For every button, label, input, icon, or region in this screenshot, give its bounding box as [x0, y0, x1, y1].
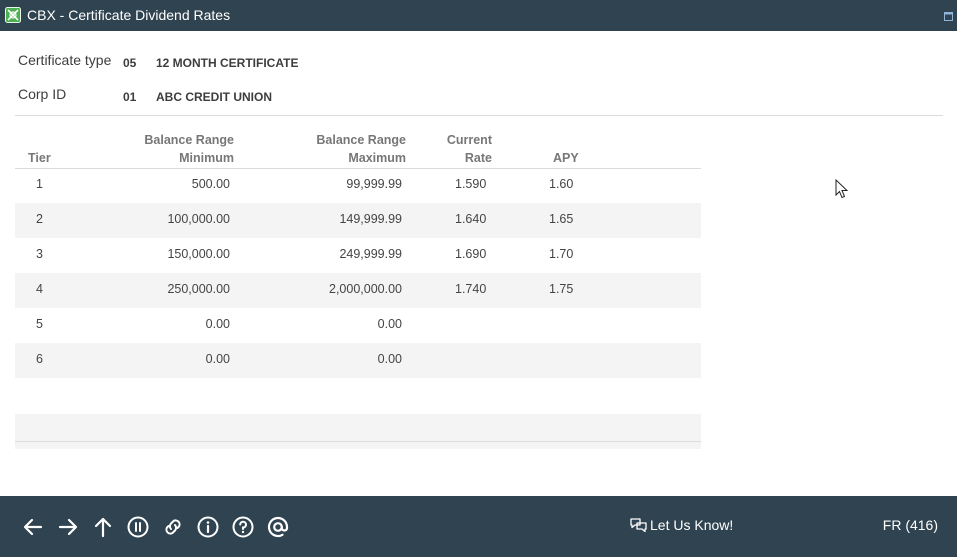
up-arrow-icon[interactable] — [91, 515, 115, 539]
apy-cell: 1.70 — [549, 247, 574, 261]
apy-cell: 1.60 — [549, 177, 574, 191]
max-cell: 149,999.99 — [339, 212, 402, 226]
table-row[interactable]: 6 0.00 0.00 — [15, 343, 701, 378]
rate-cell: 1.640 — [455, 212, 487, 226]
header-min-line2: Minimum — [179, 151, 234, 165]
tier-cell: 6 — [36, 352, 43, 366]
apy-cell: 1.65 — [549, 212, 574, 226]
header-rate-line1: Current — [446, 133, 492, 147]
rates-table-body: 1 500.00 99,999.99 1.590 1.60 2 100,000.… — [15, 168, 701, 378]
corp-id-label: Corp ID — [18, 86, 67, 102]
max-cell: 249,999.99 — [339, 247, 402, 261]
min-cell: 100,000.00 — [167, 212, 230, 226]
maximize-icon[interactable] — [944, 12, 953, 21]
screen-id: FR (416) — [882, 517, 938, 533]
header-apy: APY — [553, 151, 579, 165]
rate-cell: 1.740 — [455, 282, 487, 296]
tier-cell: 1 — [36, 177, 43, 191]
tier-cell: 3 — [36, 247, 43, 261]
corp-id-code: 01 — [123, 90, 137, 104]
min-cell: 250,000.00 — [167, 282, 230, 296]
back-arrow-icon[interactable] — [21, 515, 45, 539]
max-cell: 99,999.99 — [346, 177, 402, 191]
empty-row — [15, 414, 701, 449]
min-cell: 500.00 — [191, 177, 230, 191]
help-icon[interactable] — [231, 515, 255, 539]
tier-cell: 5 — [36, 317, 43, 331]
divider — [15, 115, 943, 116]
certificate-type-value: 12 MONTH CERTIFICATE — [156, 56, 299, 70]
corp-id-value: ABC CREDIT UNION — [156, 90, 272, 104]
header-rate-line2: Rate — [464, 151, 492, 165]
window-title: CBX - Certificate Dividend Rates — [27, 7, 231, 23]
min-cell: 0.00 — [205, 317, 230, 331]
info-icon[interactable] — [196, 515, 220, 539]
rate-cell: 1.690 — [455, 247, 487, 261]
header-max-line2: Maximum — [348, 151, 406, 165]
title-bar: CBX - Certificate Dividend Rates — [0, 0, 957, 31]
header-tier: Tier — [28, 151, 51, 165]
header-min-line1: Balance Range — [144, 133, 234, 147]
tier-cell: 4 — [36, 282, 43, 296]
forward-arrow-icon[interactable] — [56, 515, 80, 539]
certificate-type-label: Certificate type — [18, 52, 112, 68]
header-max-line1: Balance Range — [316, 133, 406, 147]
let-us-know-link[interactable]: Let Us Know! — [629, 517, 733, 533]
apy-cell: 1.75 — [549, 282, 574, 296]
let-us-know-label: Let Us Know! — [650, 517, 734, 533]
table-row[interactable]: 4 250,000.00 2,000,000.00 1.740 1.75 — [15, 273, 701, 308]
rate-cell: 1.590 — [455, 177, 487, 191]
max-cell: 0.00 — [377, 352, 402, 366]
at-sign-icon[interactable] — [266, 515, 290, 539]
min-cell: 0.00 — [205, 352, 230, 366]
app-logo-icon — [5, 7, 21, 23]
table-bottom-border — [15, 441, 701, 442]
tier-cell: 2 — [36, 212, 43, 226]
footer-toolbar: Let Us Know! FR (416) — [0, 496, 957, 557]
mouse-cursor-icon — [835, 179, 849, 199]
table-row[interactable]: 2 100,000.00 149,999.99 1.640 1.65 — [15, 203, 701, 238]
table-row[interactable]: 3 150,000.00 249,999.99 1.690 1.70 — [15, 238, 701, 273]
link-icon[interactable] — [161, 515, 185, 539]
pause-icon[interactable] — [126, 515, 150, 539]
table-row[interactable]: 1 500.00 99,999.99 1.590 1.60 — [15, 168, 701, 203]
certificate-type-code: 05 — [123, 56, 137, 70]
max-cell: 2,000,000.00 — [329, 282, 402, 296]
feedback-chat-icon — [630, 518, 647, 533]
table-row[interactable]: 5 0.00 0.00 — [15, 308, 701, 343]
min-cell: 150,000.00 — [167, 247, 230, 261]
max-cell: 0.00 — [377, 317, 402, 331]
